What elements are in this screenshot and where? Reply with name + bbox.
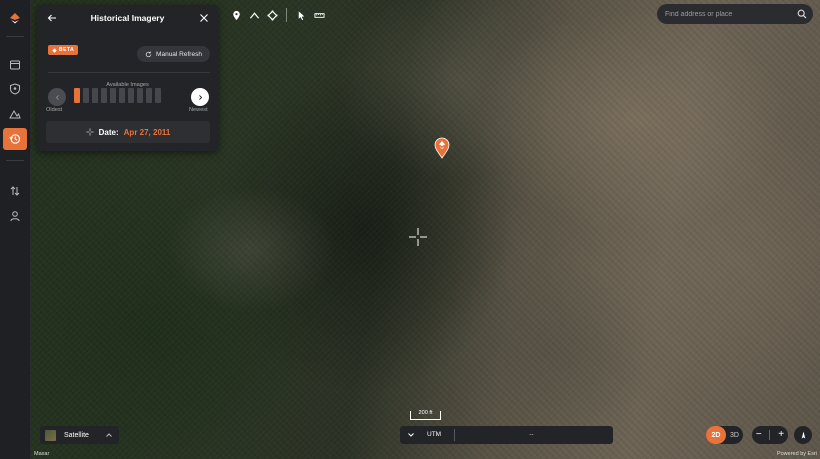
historical-imagery-panel: Historical Imagery BETA Manual Refresh A… xyxy=(37,5,218,151)
view-mode-toggle: 2D 3D xyxy=(706,426,743,444)
map-pin-icon[interactable] xyxy=(434,137,450,159)
imagery-attribution: Maxar xyxy=(34,451,50,457)
search-input[interactable] xyxy=(665,8,795,20)
oldest-label: Oldest xyxy=(46,107,63,113)
compass-icon xyxy=(801,430,805,439)
scale-bar: 200 ft xyxy=(410,410,441,420)
timeline-image-tick[interactable] xyxy=(137,88,143,103)
chevron-up-icon xyxy=(106,433,112,437)
map-crosshair-icon xyxy=(409,228,427,246)
coordinate-divider xyxy=(454,429,455,441)
date-value: Apr 27, 2011 xyxy=(123,127,171,137)
drawing-toolbar xyxy=(227,6,328,24)
coordinate-value: -- xyxy=(529,431,534,438)
marker-icon[interactable] xyxy=(227,6,245,24)
logo-icon xyxy=(52,47,57,53)
shape-icon[interactable] xyxy=(263,6,281,24)
timeline-image-tick[interactable] xyxy=(92,88,98,103)
timeline-image-tick[interactable] xyxy=(128,88,134,103)
scale-label: 200 ft xyxy=(418,410,433,416)
view-2d-button[interactable]: 2D xyxy=(706,426,726,444)
search-icon[interactable] xyxy=(797,9,807,19)
rail-divider xyxy=(6,36,24,37)
compass-button[interactable] xyxy=(794,426,812,444)
zoom-control: − + xyxy=(752,426,788,444)
beta-badge: BETA xyxy=(48,45,79,55)
next-image-button[interactable] xyxy=(191,88,209,106)
panel-divider xyxy=(48,72,210,73)
previous-image-button[interactable] xyxy=(48,88,66,106)
chevron-down-icon[interactable] xyxy=(407,431,415,439)
zoom-out-button[interactable]: − xyxy=(756,430,762,440)
left-rail xyxy=(0,0,31,459)
image-timeline xyxy=(74,88,182,103)
timeline-image-tick[interactable] xyxy=(74,88,80,103)
newest-label: Newest xyxy=(189,107,208,113)
history-icon[interactable] xyxy=(3,128,27,150)
manual-refresh-label: Manual Refresh xyxy=(156,50,202,58)
panel-title: Historical Imagery xyxy=(90,13,165,23)
timeline-image-tick[interactable] xyxy=(83,88,89,103)
zoom-in-button[interactable]: + xyxy=(778,430,784,440)
manual-refresh-button[interactable]: Manual Refresh xyxy=(137,46,210,62)
timeline-image-tick[interactable] xyxy=(155,88,161,103)
search-bar xyxy=(657,4,813,24)
esri-attribution: Powered by Esri xyxy=(776,451,817,457)
line-icon[interactable] xyxy=(245,6,263,24)
crosshair-icon xyxy=(86,128,94,136)
toolbar-divider xyxy=(286,8,287,22)
refresh-icon xyxy=(145,51,152,57)
basemap-selector[interactable]: Satellite xyxy=(40,426,119,444)
layers-icon[interactable] xyxy=(3,54,27,76)
rail-divider xyxy=(6,160,24,161)
transfer-icon[interactable] xyxy=(3,180,27,202)
date-label: Date: xyxy=(98,127,119,137)
cursor-icon[interactable] xyxy=(292,6,310,24)
timeline-image-tick[interactable] xyxy=(110,88,116,103)
coordinate-system[interactable]: UTM xyxy=(427,431,441,438)
timeline-image-tick[interactable] xyxy=(101,88,107,103)
chevron-left-icon xyxy=(55,94,59,100)
beta-label: BETA xyxy=(59,47,75,53)
panel-header: Historical Imagery xyxy=(37,5,218,31)
shield-icon[interactable] xyxy=(3,78,27,100)
basemap-name: Satellite xyxy=(64,431,89,439)
close-icon[interactable] xyxy=(198,12,210,24)
timeline-image-tick[interactable] xyxy=(146,88,152,103)
user-icon[interactable] xyxy=(3,205,27,227)
logo-icon[interactable] xyxy=(3,7,27,29)
coordinate-bar: UTM -- xyxy=(400,426,613,444)
basemap-thumbnail xyxy=(45,429,56,441)
chevron-right-icon xyxy=(198,94,202,100)
view-3d-button[interactable]: 3D xyxy=(726,432,743,439)
timeline-image-tick[interactable] xyxy=(119,88,125,103)
ruler-icon[interactable] xyxy=(310,6,328,24)
zoom-divider xyxy=(769,430,771,440)
terrain-icon[interactable] xyxy=(3,103,27,125)
date-display: Date: Apr 27, 2011 xyxy=(46,121,210,143)
